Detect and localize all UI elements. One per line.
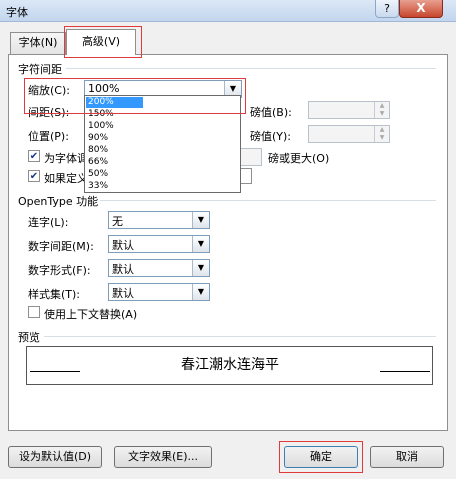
section-divider: [44, 336, 436, 337]
section-title-preview: 预览: [18, 331, 40, 344]
kerning-checkbox[interactable]: ✔: [28, 150, 40, 162]
num-form-combo[interactable]: 默认 ▼: [108, 259, 210, 277]
num-spacing-combo[interactable]: 默认 ▼: [108, 235, 210, 253]
chevron-down-icon[interactable]: ▼: [192, 212, 209, 228]
pound-y-spinner[interactable]: ▲ ▼: [308, 125, 390, 143]
position-label: 位置(P):: [28, 130, 69, 143]
scale-option[interactable]: 33%: [88, 181, 108, 192]
preview-sample-text: 春江潮水连海平: [181, 357, 279, 373]
ligatures-combo[interactable]: 无 ▼: [108, 211, 210, 229]
scale-highlight-annotation: [24, 78, 246, 114]
section-title-spacing: 字符间距: [18, 63, 62, 76]
preview-baseline-right: [380, 371, 430, 372]
scale-option[interactable]: 80%: [88, 145, 108, 156]
contextual-checkbox[interactable]: [28, 306, 40, 318]
tab-font[interactable]: 字体(N): [10, 32, 66, 54]
section-divider: [100, 200, 436, 201]
tab-highlight-annotation: [64, 26, 142, 58]
kerning-label: 为字体调: [44, 152, 88, 165]
set-default-button[interactable]: 设为默认值(D): [8, 446, 102, 468]
style-set-label: 样式集(T):: [28, 288, 81, 301]
close-button[interactable]: X: [399, 0, 443, 18]
num-spacing-label: 数字间距(M):: [28, 240, 94, 253]
pound-y-label: 磅值(Y):: [250, 130, 292, 143]
kerning-spinner[interactable]: [240, 148, 262, 166]
grid-label: 如果定义: [44, 172, 88, 185]
scale-option[interactable]: 50%: [88, 169, 108, 180]
spin-up-icon[interactable]: ▲: [374, 102, 389, 110]
help-button[interactable]: ?: [375, 0, 399, 18]
grid-checkbox[interactable]: ✔: [28, 170, 40, 182]
section-divider: [66, 68, 436, 69]
kerning-suffix: 磅或更大(O): [268, 152, 330, 165]
ligatures-label: 连字(L):: [28, 216, 69, 229]
spin-up-icon[interactable]: ▲: [374, 126, 389, 134]
chevron-down-icon[interactable]: ▼: [192, 284, 209, 300]
pound-b-label: 磅值(B):: [250, 106, 292, 119]
scale-option[interactable]: 100%: [88, 121, 114, 132]
contextual-label: 使用上下文替换(A): [44, 308, 138, 321]
scale-option[interactable]: 66%: [88, 157, 108, 168]
spin-down-icon[interactable]: ▼: [374, 134, 389, 142]
style-set-combo[interactable]: 默认 ▼: [108, 283, 210, 301]
num-form-value: 默认: [112, 263, 134, 276]
chevron-down-icon[interactable]: ▼: [192, 260, 209, 276]
num-form-label: 数字形式(F):: [28, 264, 91, 277]
num-spacing-value: 默认: [112, 239, 134, 252]
spin-down-icon[interactable]: ▼: [374, 110, 389, 118]
window-title: 字体: [6, 6, 28, 19]
section-title-opentype: OpenType 功能: [18, 195, 99, 208]
ok-highlight-annotation: [279, 441, 363, 473]
style-set-value: 默认: [112, 287, 134, 300]
grid-control-edge: [240, 168, 252, 184]
pound-b-spinner[interactable]: ▲ ▼: [308, 101, 390, 119]
text-effects-button[interactable]: 文字效果(E)...: [114, 446, 212, 468]
cancel-button[interactable]: 取消: [370, 446, 444, 468]
preview-baseline-left: [30, 371, 80, 372]
ligatures-value: 无: [112, 215, 123, 228]
chevron-down-icon[interactable]: ▼: [192, 236, 209, 252]
scale-option[interactable]: 90%: [88, 133, 108, 144]
